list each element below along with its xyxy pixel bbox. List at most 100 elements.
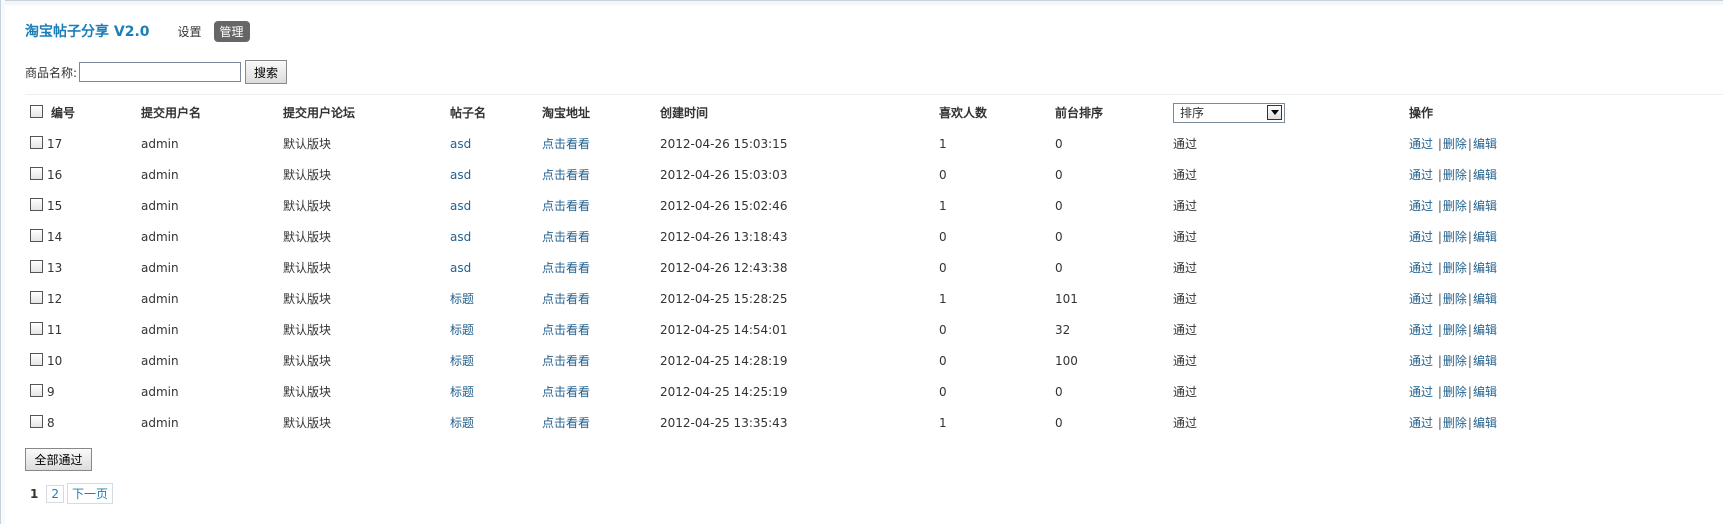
- post-title-link[interactable]: 标题: [450, 292, 474, 306]
- next-page-link[interactable]: 下一页: [67, 483, 114, 504]
- table-row: 15 admin 默认版块 asd 点击看看 2012-04-26 15:02:46 1 0 通…: [30, 190, 1690, 221]
- cell-link: 点击看看: [542, 376, 660, 407]
- delete-link[interactable]: 删除: [1443, 323, 1467, 337]
- cell-status: 通过: [1173, 199, 1198, 213]
- approve-link[interactable]: 通过: [1409, 137, 1433, 151]
- approve-link[interactable]: 通过: [1409, 199, 1433, 213]
- op-separator: |: [1467, 168, 1472, 182]
- cell-rank: 0: [1055, 167, 1063, 182]
- cell-rank: 100: [1055, 353, 1078, 368]
- delete-link[interactable]: 删除: [1443, 168, 1467, 182]
- edit-link[interactable]: 编辑: [1473, 261, 1497, 275]
- edit-link[interactable]: 编辑: [1473, 168, 1497, 182]
- delete-link[interactable]: 删除: [1443, 292, 1467, 306]
- row-checkbox[interactable]: [30, 322, 43, 335]
- approve-all-button[interactable]: 全部通过: [25, 448, 92, 471]
- cell-id: 8: [30, 407, 141, 438]
- post-title-link[interactable]: asd: [450, 230, 471, 244]
- table-row: 17 admin 默认版块 asd 点击看看 2012-04-26 15:03:15 1 0 通…: [30, 128, 1690, 159]
- cell-status: 通过: [1173, 385, 1198, 399]
- approve-link[interactable]: 通过: [1409, 261, 1433, 275]
- cell-likes: 0: [939, 229, 947, 244]
- cell-created: 2012-04-26 15:02:46: [660, 198, 788, 213]
- taobao-link[interactable]: 点击看看: [542, 416, 590, 430]
- taobao-link[interactable]: 点击看看: [542, 199, 590, 213]
- approve-link[interactable]: 通过: [1409, 354, 1433, 368]
- posts-table: 编号 提交用户名 提交用户论坛 帖子名 淘宝地址 创建时间 喜欢人数 前台排序 …: [30, 97, 1690, 438]
- op-separator: |: [1467, 385, 1472, 399]
- post-title-link[interactable]: 标题: [450, 385, 474, 399]
- approve-link[interactable]: 通过: [1409, 385, 1433, 399]
- row-checkbox[interactable]: [30, 198, 43, 211]
- post-title-link[interactable]: asd: [450, 261, 471, 275]
- row-checkbox[interactable]: [30, 167, 43, 180]
- edit-link[interactable]: 编辑: [1473, 292, 1497, 306]
- approve-link[interactable]: 通过: [1409, 168, 1433, 182]
- taobao-link[interactable]: 点击看看: [542, 168, 590, 182]
- approve-link[interactable]: 通过: [1409, 292, 1433, 306]
- edit-link[interactable]: 编辑: [1473, 323, 1497, 337]
- delete-link[interactable]: 删除: [1443, 416, 1467, 430]
- post-title-link[interactable]: asd: [450, 199, 471, 213]
- cell-link: 点击看看: [542, 128, 660, 159]
- sort-select[interactable]: 排序: [1173, 102, 1285, 123]
- post-title-link[interactable]: asd: [450, 137, 471, 151]
- delete-link[interactable]: 删除: [1443, 137, 1467, 151]
- row-checkbox[interactable]: [30, 229, 43, 242]
- cell-rank: 0: [1055, 384, 1063, 399]
- post-title-link[interactable]: 标题: [450, 354, 474, 368]
- taobao-link[interactable]: 点击看看: [542, 323, 590, 337]
- col-ops-header: 操作: [1409, 106, 1434, 120]
- cell-id: 12: [30, 283, 141, 314]
- post-title-link[interactable]: 标题: [450, 323, 474, 337]
- taobao-link[interactable]: 点击看看: [542, 137, 590, 151]
- edit-link[interactable]: 编辑: [1473, 137, 1497, 151]
- taobao-link[interactable]: 点击看看: [542, 354, 590, 368]
- col-user-header: 提交用户名: [141, 106, 202, 120]
- edit-link[interactable]: 编辑: [1473, 199, 1497, 213]
- row-id: 11: [47, 323, 63, 337]
- row-checkbox[interactable]: [30, 353, 43, 366]
- nav-settings[interactable]: 设置: [178, 23, 202, 40]
- approve-link[interactable]: 通过: [1409, 416, 1433, 430]
- search-button[interactable]: 搜索: [245, 60, 288, 84]
- cell-ops: 通过 |删除|编辑: [1409, 314, 1690, 345]
- delete-link[interactable]: 删除: [1443, 230, 1467, 244]
- taobao-link[interactable]: 点击看看: [542, 230, 590, 244]
- app-title: 淘宝帖子分享 V2.0: [25, 24, 150, 40]
- post-title-link[interactable]: asd: [450, 168, 471, 182]
- row-checkbox[interactable]: [30, 291, 43, 304]
- approve-link[interactable]: 通过: [1409, 230, 1433, 244]
- taobao-link[interactable]: 点击看看: [542, 385, 590, 399]
- select-all-checkbox[interactable]: [30, 105, 43, 118]
- row-checkbox[interactable]: [30, 384, 43, 397]
- cell-forum: 默认版块: [283, 168, 332, 182]
- delete-link[interactable]: 删除: [1443, 385, 1467, 399]
- edit-link[interactable]: 编辑: [1473, 230, 1497, 244]
- cell-id: 14: [30, 221, 141, 252]
- op-separator: |: [1437, 416, 1442, 430]
- row-id: 10: [47, 354, 63, 368]
- row-id: 12: [47, 292, 63, 306]
- delete-link[interactable]: 删除: [1443, 199, 1467, 213]
- row-checkbox[interactable]: [30, 260, 43, 273]
- cell-id: 9: [30, 376, 141, 407]
- edit-link[interactable]: 编辑: [1473, 416, 1497, 430]
- col-status-header: 排序: [1173, 97, 1409, 128]
- page-2-link[interactable]: 2: [46, 484, 64, 503]
- taobao-link[interactable]: 点击看看: [542, 292, 590, 306]
- nav-manage[interactable]: 管理: [213, 20, 250, 42]
- cell-ops: 通过 |删除|编辑: [1409, 345, 1690, 376]
- row-checkbox[interactable]: [30, 136, 43, 149]
- search-input[interactable]: [79, 62, 242, 82]
- delete-link[interactable]: 删除: [1443, 261, 1467, 275]
- cell-likes: 0: [939, 353, 947, 368]
- edit-link[interactable]: 编辑: [1473, 354, 1497, 368]
- taobao-link[interactable]: 点击看看: [542, 261, 590, 275]
- edit-link[interactable]: 编辑: [1473, 385, 1497, 399]
- row-checkbox[interactable]: [30, 415, 43, 428]
- post-title-link[interactable]: 标题: [450, 416, 474, 430]
- chevron-down-icon[interactable]: [1267, 105, 1282, 120]
- delete-link[interactable]: 删除: [1443, 354, 1467, 368]
- approve-link[interactable]: 通过: [1409, 323, 1433, 337]
